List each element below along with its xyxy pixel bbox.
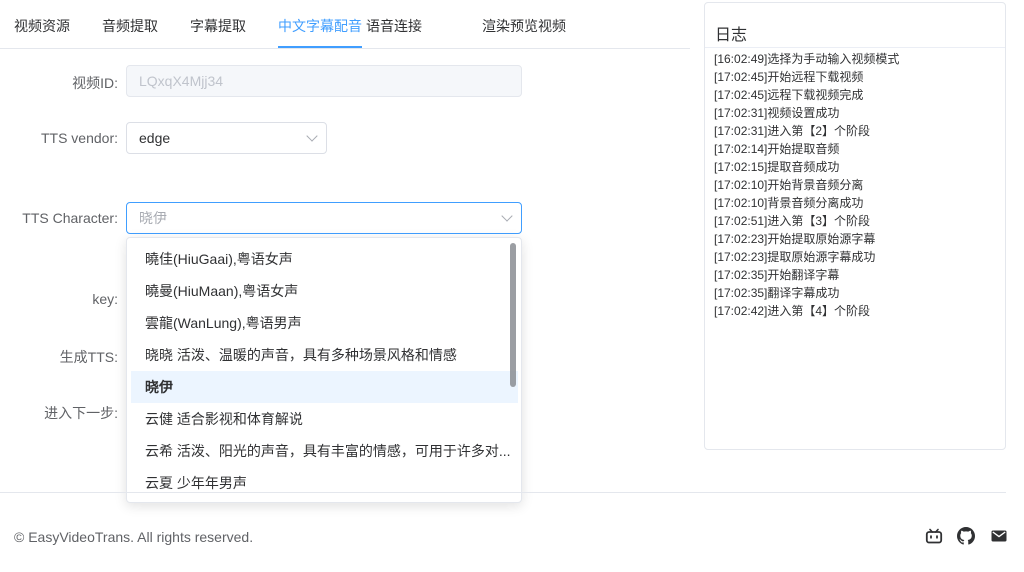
tts-vendor-label: TTS vendor: <box>40 130 118 146</box>
github-icon[interactable] <box>957 527 975 545</box>
log-line: [17:02:15]提取音频成功 <box>714 160 840 174</box>
log-line: [17:02:14]开始提取音频 <box>714 142 840 156</box>
tts-character-dropdown: 曉佳(HiuGaai),粤语女声 曉曼(HiuMaan),粤语女声 雲龍(Wan… <box>126 237 522 503</box>
tab-voice-concat[interactable]: 语音连接 <box>366 16 422 36</box>
log-line: [17:02:31]进入第【2】个阶段 <box>714 124 871 138</box>
dropdown-option[interactable]: 晓晓 活泼、温暖的声音，具有多种场景风格和情感 <box>131 339 518 371</box>
mail-icon[interactable] <box>990 527 1008 545</box>
dropdown-option[interactable]: 曉曼(HiuMaan),粤语女声 <box>131 275 518 307</box>
tab-chinese-dubbing[interactable]: 中文字幕配音 <box>278 16 362 36</box>
log-line: [17:02:45]远程下载视频完成 <box>714 88 864 102</box>
dropdown-scrollbar[interactable] <box>510 243 516 387</box>
tab-subtitle-extract[interactable]: 字幕提取 <box>190 16 246 36</box>
log-line: [17:02:31]视频设置成功 <box>714 106 840 120</box>
log-panel: 日志 [16:02:49]选择为手动输入视频模式 [17:02:45]开始远程下… <box>704 2 1006 450</box>
generate-tts-label: 生成TTS: <box>59 349 118 365</box>
key-label: key: <box>92 291 118 307</box>
video-id-value: LQxqX4Mjj34 <box>139 73 224 89</box>
log-line: [17:02:23]提取原始源字幕成功 <box>714 250 876 264</box>
footer-divider <box>0 492 1006 493</box>
active-tab-indicator <box>278 46 362 48</box>
tts-character-placeholder: 晓伊 <box>139 210 167 226</box>
log-line: [17:02:10]背景音频分离成功 <box>714 196 864 210</box>
log-line: [17:02:35]开始翻译字幕 <box>714 268 840 282</box>
log-line: [17:02:51]进入第【3】个阶段 <box>714 214 871 228</box>
dropdown-option[interactable]: 云夏 少年年男声 <box>131 467 518 499</box>
bilibili-icon[interactable] <box>925 527 943 545</box>
tts-vendor-value: edge <box>139 130 171 146</box>
chevron-down-icon <box>501 210 513 222</box>
tts-character-label: TTS Character: <box>22 210 118 226</box>
log-line: [17:02:35]翻译字幕成功 <box>714 286 840 300</box>
log-line: [16:02:49]选择为手动输入视频模式 <box>714 52 900 66</box>
footer-copyright: © EasyVideoTrans. All rights reserved. <box>14 529 254 545</box>
video-id-label: 视频ID: <box>72 75 118 91</box>
tab-audio-extract[interactable]: 音频提取 <box>102 16 158 36</box>
dropdown-option[interactable]: 云健 适合影视和体育解说 <box>131 403 518 435</box>
chevron-down-icon <box>306 130 318 142</box>
video-id-input: LQxqX4Mjj34 <box>126 65 522 97</box>
log-line: [17:02:10]开始背景音频分离 <box>714 178 864 192</box>
dropdown-option-selected[interactable]: 晓伊 <box>131 371 518 403</box>
tab-video-resource[interactable]: 视频资源 <box>14 16 70 36</box>
dropdown-option[interactable]: 云希 活泼、阳光的声音，具有丰富的情感，可用于许多对... <box>131 435 518 467</box>
log-line: [17:02:23]开始提取原始源字幕 <box>714 232 876 246</box>
tts-character-select[interactable]: 晓伊 <box>126 202 522 234</box>
log-divider <box>705 47 1005 48</box>
tab-bar: 视频资源 音频提取 字幕提取 中文字幕配音 语音连接 渲染预览视频 <box>0 0 690 49</box>
dropdown-option[interactable]: 曉佳(HiuGaai),粤语女声 <box>131 243 518 275</box>
tts-vendor-select[interactable]: edge <box>126 122 327 154</box>
dropdown-option[interactable]: 雲龍(WanLung),粤语男声 <box>131 307 518 339</box>
log-line: [17:02:45]开始远程下载视频 <box>714 70 864 84</box>
log-list: [16:02:49]选择为手动输入视频模式 [17:02:45]开始远程下载视频… <box>714 50 899 320</box>
log-line: [17:02:42]进入第【4】个阶段 <box>714 304 871 318</box>
log-title: 日志 <box>715 27 748 44</box>
next-step-label: 进入下一步: <box>44 405 118 421</box>
tab-render-preview[interactable]: 渲染预览视频 <box>482 16 566 36</box>
